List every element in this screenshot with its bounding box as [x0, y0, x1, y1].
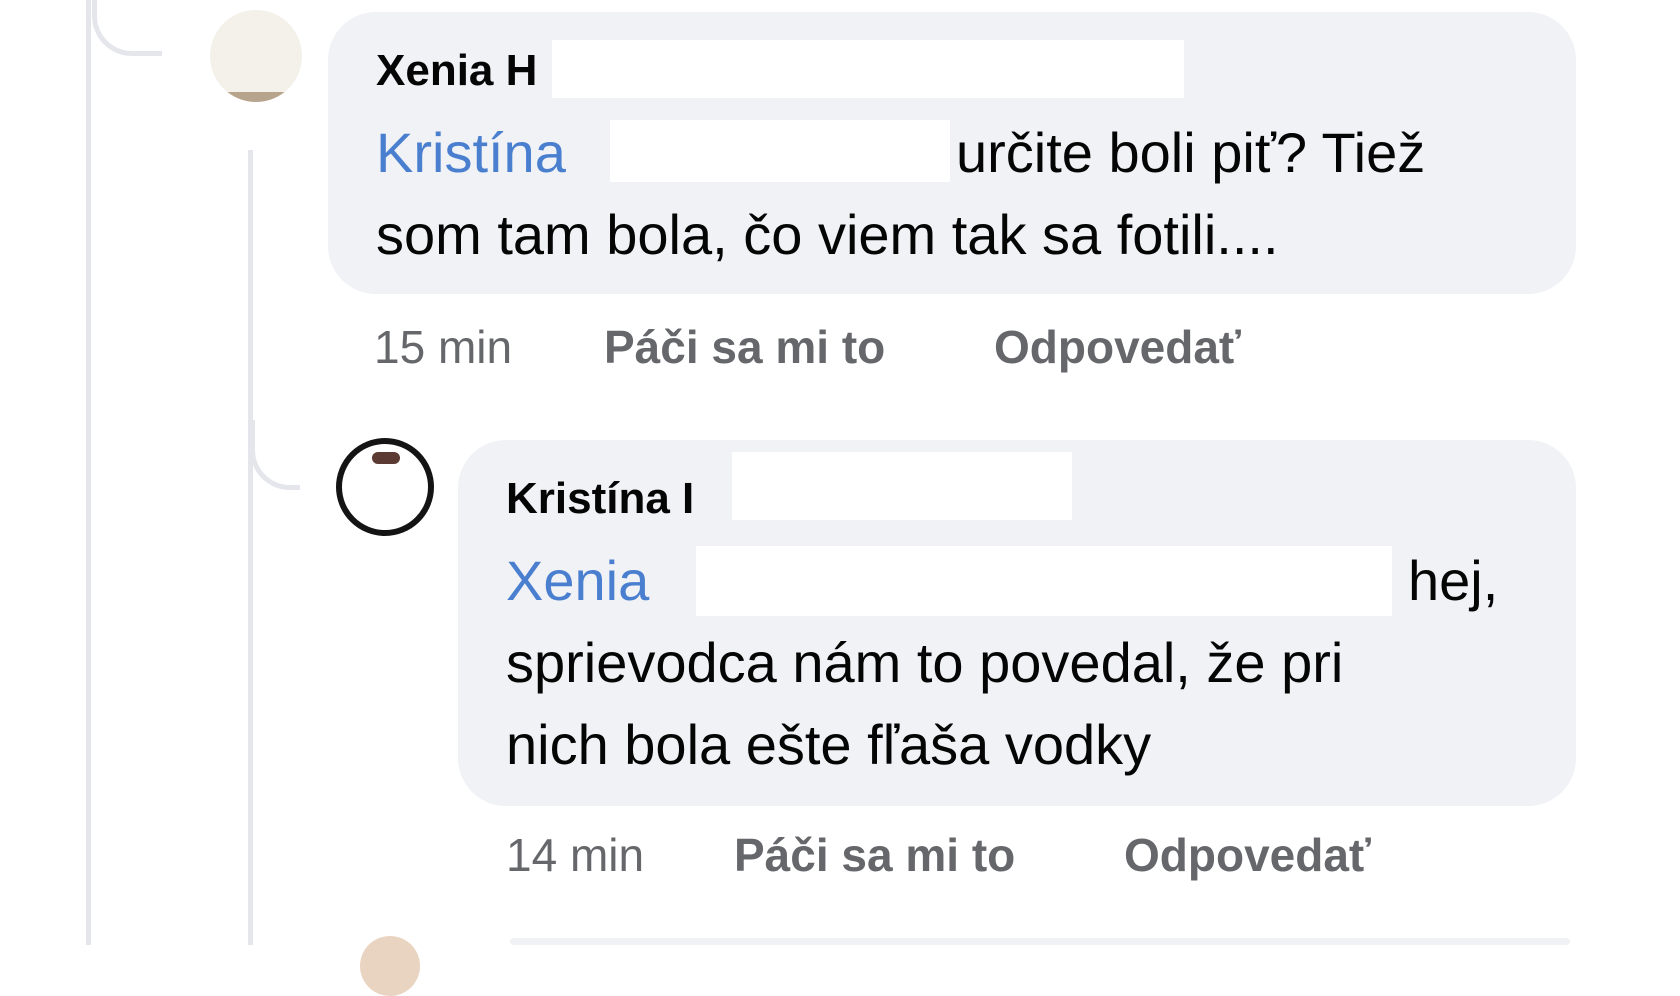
mention-link[interactable]: Kristína [376, 112, 566, 194]
reply-connector [250, 420, 300, 490]
comment-timestamp[interactable]: 14 min [506, 828, 644, 882]
comment-text-line: som tam bola, čo viem tak sa fotili.... [376, 203, 1279, 266]
comment-timestamp[interactable]: 15 min [374, 320, 512, 374]
reply-thread-line [248, 150, 253, 945]
redaction-box [610, 120, 950, 182]
comment-author[interactable]: Xenia H [376, 46, 537, 96]
reply-button[interactable]: Odpovedať [994, 320, 1241, 374]
mention-link[interactable]: Xenia [506, 540, 649, 622]
redaction-box [732, 452, 1072, 520]
redaction-box [696, 546, 1392, 616]
thread-connector [92, 0, 162, 56]
avatar[interactable] [336, 438, 434, 536]
comment-bubble [510, 938, 1570, 945]
like-button[interactable]: Páči sa mi to [604, 320, 885, 374]
avatar[interactable] [210, 10, 302, 102]
comment-text-line: nich bola ešte fľaša vodky [506, 713, 1152, 776]
comment-text-line: sprievodca nám to povedal, že pri [506, 631, 1344, 694]
thread-line [86, 0, 91, 945]
comment-text-line: hej, [1408, 549, 1499, 612]
comment-author[interactable]: Kristína I [506, 474, 694, 524]
reply-button[interactable]: Odpovedať [1124, 828, 1371, 882]
like-button[interactable]: Páči sa mi to [734, 828, 1015, 882]
redaction-box [552, 40, 1184, 98]
comment-text-line: určite boli piť? Tiež [956, 121, 1426, 184]
avatar[interactable] [360, 936, 420, 996]
